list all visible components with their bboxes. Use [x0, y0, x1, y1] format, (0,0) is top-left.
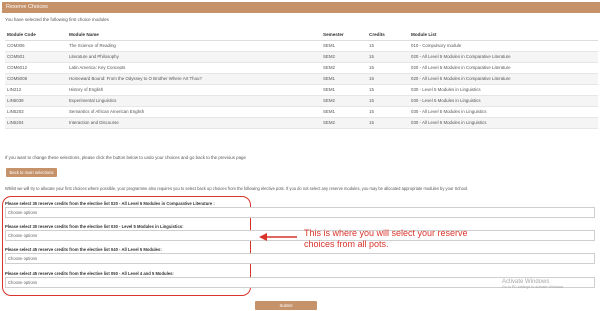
table-cell: 030 - Level 5 Modules in Linguistics — [409, 95, 598, 107]
table-cell: 030 - Level 5 Modules in Linguistics — [409, 84, 598, 96]
back-to-main-selections-button[interactable]: Back to main selections — [6, 168, 57, 177]
table-cell: 030 - All Level 5 Modules in Linguistics — [409, 117, 598, 129]
table-cell: 15 — [367, 51, 409, 63]
reserve-label-040: Please select 45 reserve credits from th… — [5, 247, 162, 252]
intro-text: You have selected the following first ch… — [5, 17, 109, 22]
reserve-select-020[interactable]: Choose options — [5, 207, 595, 218]
table-cell: 15 — [367, 106, 409, 118]
table-row: COM5008 Homeward Bound: From the Odyssey… — [5, 73, 598, 85]
reserve-label-030: Please select 30 reserve credits from th… — [5, 224, 184, 229]
table-cell: LIN212 — [5, 84, 67, 96]
table-cell: Latin America: Key Concepts — [67, 62, 321, 74]
table-cell: SEM2 — [321, 95, 367, 107]
watermark-subtitle: Go to PC settings to activate Windows. — [502, 285, 565, 289]
table-cell: SEM2 — [321, 117, 367, 129]
table-header-row: Module Code Module Name Semester Credits… — [5, 29, 598, 41]
table-cell: COM501 — [5, 51, 67, 63]
table-row: LIN212 History of English SEM1 15 030 - … — [5, 84, 598, 96]
annotation-arrow-icon — [259, 233, 297, 241]
table-cell: 020 - All Level 5 Modules in Comparative… — [409, 62, 598, 74]
table-cell: 020 - All Level 5 Modules in Comparative… — [409, 73, 598, 85]
reserve-info-note: Whilst we will try to allocate your firs… — [5, 186, 469, 191]
table-cell: 15 — [367, 73, 409, 85]
submit-button[interactable]: Submit — [255, 301, 317, 310]
table-cell: 030 - All Level 5 Modules in Linguistics — [409, 106, 598, 118]
column-header: Semester — [321, 29, 367, 41]
table-cell: 15 — [367, 84, 409, 96]
change-selections-note: If you want to change these selections, … — [5, 155, 246, 160]
table-row: LIN5039 Experimental Linguistics SEM2 15… — [5, 95, 598, 107]
table-row: COM306 The Science of Reading SEM1 15 01… — [5, 40, 598, 52]
table-row: COM501 Literature and Philosophy SEM2 15… — [5, 51, 598, 63]
column-header: Credits — [367, 29, 409, 41]
section-header: Reserve Choices — [2, 2, 600, 13]
table-cell: COM5008 — [5, 73, 67, 85]
table-cell: LIN5204 — [5, 117, 67, 129]
table-cell: 020 - All Level 5 Modules in Comparative… — [409, 51, 598, 63]
table-row: COM6012 Latin America: Key Concepts SEM2… — [5, 62, 598, 74]
table-row: LIN5203 Semantics of African American En… — [5, 106, 598, 118]
table-cell: The Science of Reading — [67, 40, 321, 52]
table-cell: 010 - Compulsory module — [409, 40, 598, 52]
table-cell: 15 — [367, 62, 409, 74]
table-cell: LIN5039 — [5, 95, 67, 107]
reserve-label-050: Please select 45 reserve credits from th… — [5, 271, 174, 276]
section-title: Reserve Choices — [6, 4, 48, 10]
table-cell: SEM2 — [321, 51, 367, 63]
table-cell: Literature and Philosophy — [67, 51, 321, 63]
reserve-label-020: Please select 30 reserve credits from th… — [5, 201, 215, 206]
table-cell: SEM1 — [321, 84, 367, 96]
table-cell: COM306 — [5, 40, 67, 52]
table-cell: SEM1 — [321, 106, 367, 118]
column-header: Module Code — [5, 29, 67, 41]
column-header: Module Name — [67, 29, 321, 41]
table-cell: Semantics of African American English — [67, 106, 321, 118]
table-cell: 15 — [367, 40, 409, 52]
table-cell: Homeward Bound: From the Odyssey to O Br… — [67, 73, 321, 85]
table-cell: COM6012 — [5, 62, 67, 74]
reserve-select-030[interactable]: Choose options — [5, 230, 595, 241]
table-cell: Interaction and Discourse — [67, 117, 321, 129]
activate-windows-watermark: Activate Windows Go to PC settings to ac… — [502, 279, 564, 289]
table-cell: SEM1 — [321, 40, 367, 52]
reserve-select-040[interactable]: Choose options — [5, 253, 595, 264]
modules-table: Module Code Module Name Semester Credits… — [5, 29, 598, 129]
table-row: LIN5204 Interaction and Discourse SEM2 1… — [5, 117, 598, 129]
table-cell: SEM1 — [321, 73, 367, 85]
table-cell: 15 — [367, 95, 409, 107]
table-cell: LIN5203 — [5, 106, 67, 118]
table-cell: 15 — [367, 117, 409, 129]
table-cell: Experimental Linguistics — [67, 95, 321, 107]
table-cell: SEM2 — [321, 62, 367, 74]
table-cell: History of English — [67, 84, 321, 96]
annotation-text: This is where you will select your reser… — [304, 228, 468, 249]
column-header: Module List — [409, 29, 598, 41]
